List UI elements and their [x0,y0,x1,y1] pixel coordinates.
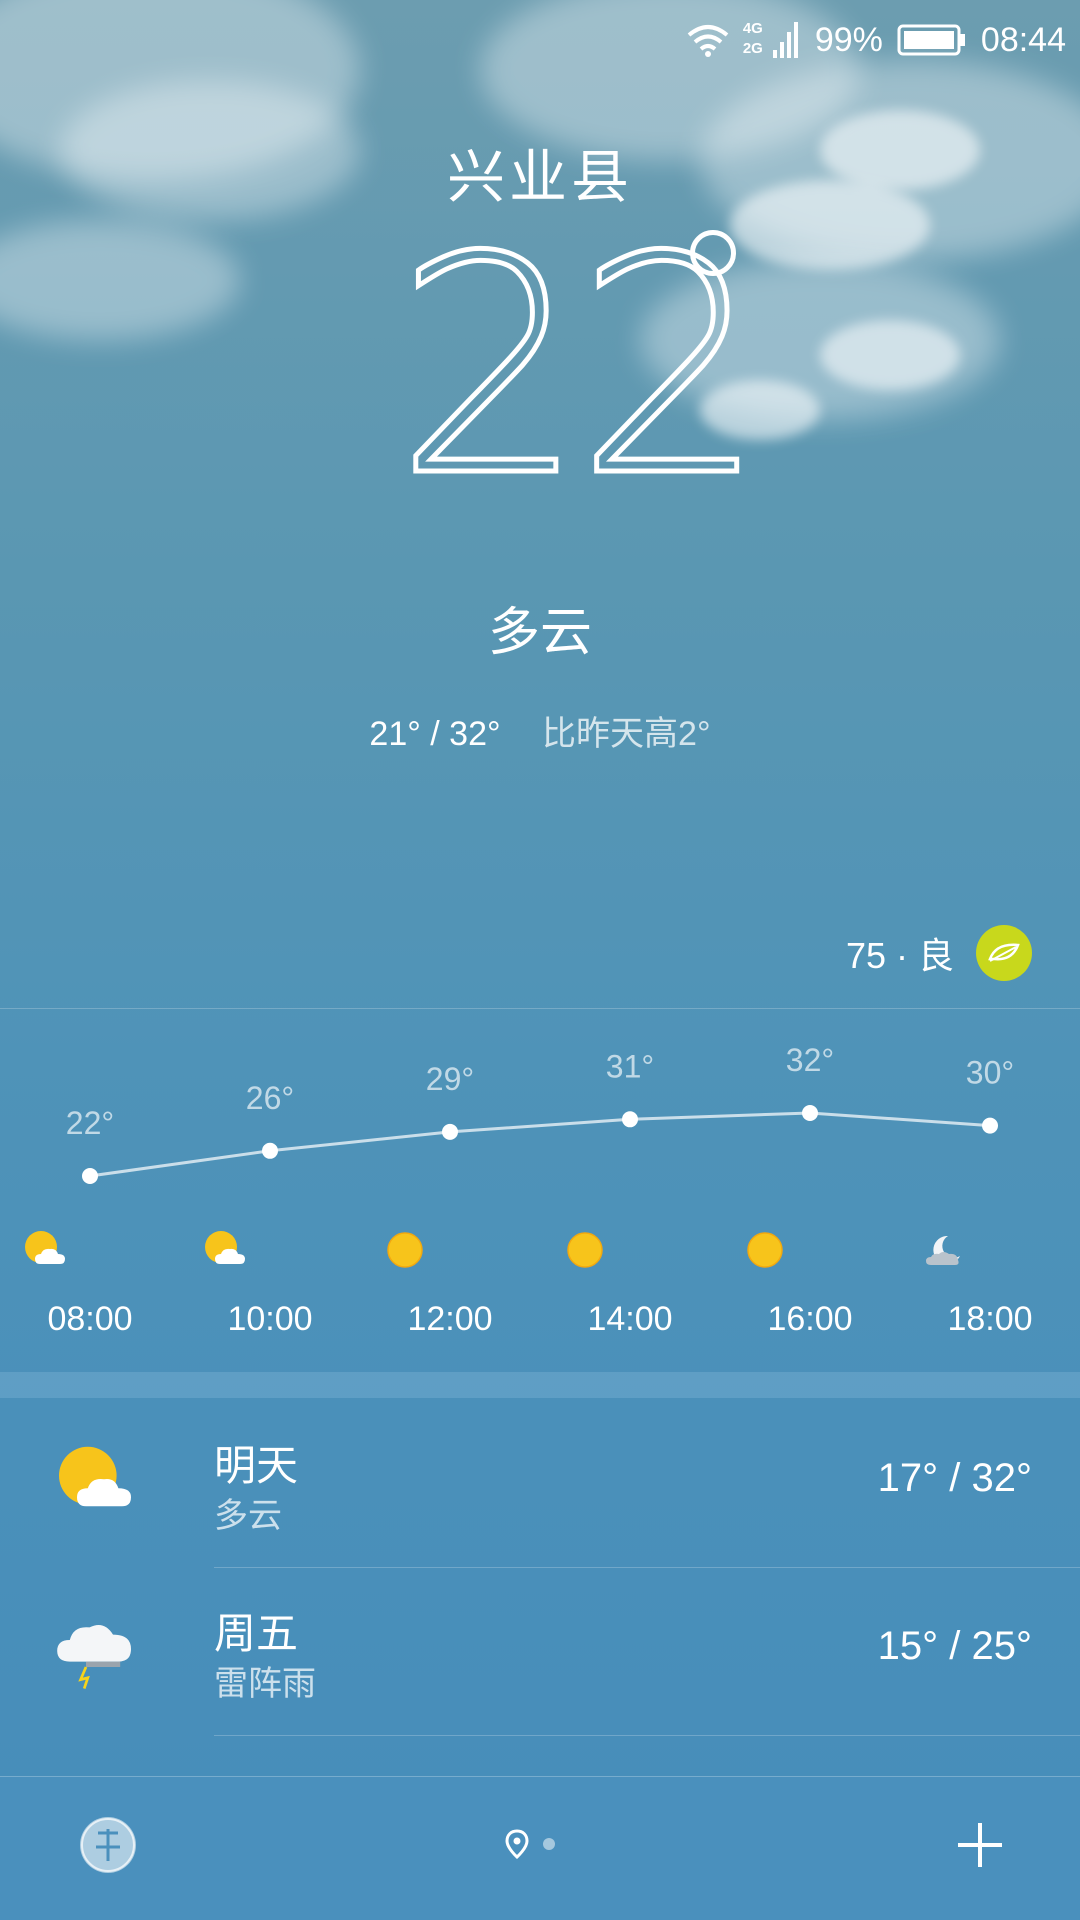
hourly-temp-label: 29° [426,1061,474,1097]
hourly-time: 18:00 [947,1300,1033,1338]
clock: 08:44 [980,20,1066,59]
hourly-time: 14:00 [587,1300,673,1338]
partly-cloudy-icon [200,1225,340,1275]
hourly-temp-label: 30° [966,1055,1014,1091]
section-separator [0,1372,1080,1398]
bottom-bar [0,1776,1080,1920]
temperature-point [802,1105,818,1121]
hourly-temp-label: 32° [786,1042,834,1078]
page-indicator [505,1829,555,1859]
temperature-point [982,1117,998,1134]
compare-yesterday: 比昨天高2° [542,715,711,753]
partly-cloudy-icon [20,1225,160,1275]
plus-icon [958,1823,1002,1867]
temperature-point [622,1111,638,1128]
hourly-temp-label: 31° [606,1048,654,1084]
daily-condition: 雷阵雨 [214,1664,316,1704]
current-temperature: 22 [0,215,1080,520]
temperature-point [442,1123,458,1140]
daily-forecast: 明天多云 17° / 32° 周五雷阵雨 15° / 25° [0,1400,1080,1736]
thunderstorm-icon [50,1604,140,1694]
divider [214,1735,1080,1736]
sun-icon [380,1225,520,1275]
daily-temp-range: 17° / 32° [877,1456,1032,1500]
air-quality[interactable]: 75 · 良 [846,925,1032,981]
daily-temp-range: 15° / 25° [877,1624,1032,1668]
moon-cloud-icon [920,1225,1060,1275]
partly-cloudy-icon [50,1436,140,1526]
daily-condition: 多云 [214,1496,282,1536]
daily-day: 明天 [214,1441,299,1490]
battery-percent: 99% [814,20,883,59]
current-condition: 多云 [487,603,592,663]
sun-icon [560,1225,700,1275]
temperature-line [89,1111,991,1178]
leaf-icon [976,925,1032,981]
hourly-time: 16:00 [767,1300,853,1338]
today-range: 21° / 32° [369,715,501,753]
temperature-point [82,1168,98,1184]
wifi-icon [687,23,729,57]
weather-screen: 4G 2G 99% 08:44 兴业县 22 多云 21° / 32° 比昨天高… [0,0,1080,1920]
location-pin-icon [505,1829,529,1859]
hourly-time: 10:00 [227,1300,313,1338]
hourly-temp-label: 26° [246,1080,294,1116]
hourly-temp-label: 22° [66,1105,114,1141]
add-city-button[interactable] [950,1815,1010,1875]
air-quality-text: 75 · 良 [845,935,954,976]
today-range-row: 21° / 32° 比昨天高2° [0,706,1080,755]
hourly-temperature-chart: 22° 26° 29° 31° 32° 30° [66,1042,1014,1184]
hourly-forecast[interactable]: 22° 26° 29° 31° 32° 30° 08:00 10:00 12:00 14:00… [0,1010,1080,1370]
daily-row[interactable]: 周五雷阵雨 15° / 25° [0,1568,1080,1736]
battery-icon [897,23,967,57]
hourly-time: 08:00 [47,1300,133,1338]
divider [0,1008,1080,1009]
cellular-signal-icon: 4G 2G [743,20,801,60]
hourly-time: 12:00 [407,1300,493,1338]
temperature-point [262,1142,278,1159]
page-dot [543,1838,555,1850]
daily-day: 周五 [214,1609,299,1658]
sun-icon [740,1225,880,1275]
daily-row[interactable]: 明天多云 17° / 32° [0,1400,1080,1568]
weather-bureau-logo-icon[interactable] [80,1817,136,1873]
degree-symbol [690,230,736,276]
status-bar: 4G 2G 99% 08:44 [0,0,1080,80]
